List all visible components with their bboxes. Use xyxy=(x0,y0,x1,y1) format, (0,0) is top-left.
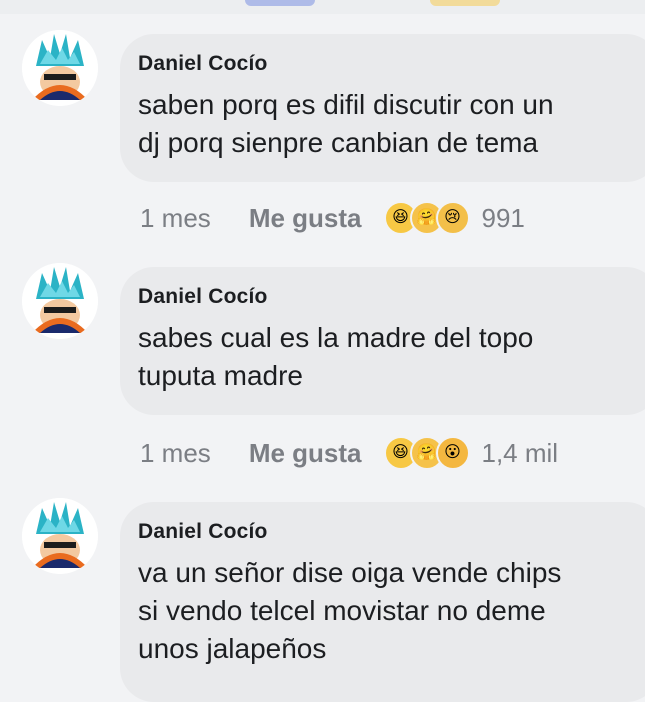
avatar[interactable] xyxy=(22,30,98,106)
avatar[interactable] xyxy=(22,498,98,574)
comment-bubble: Daniel Cocío va un señor dise oiga vende… xyxy=(120,502,645,702)
comment-author[interactable]: Daniel Cocío xyxy=(138,285,268,309)
comment-text: va un señor dise oiga vende chips si ven… xyxy=(138,554,645,668)
comment-text-line: saben porq es difil discutir con un xyxy=(138,89,554,120)
avatar-goku-icon xyxy=(22,498,98,574)
like-button[interactable]: Me gusta xyxy=(249,203,362,234)
comment-text-line: dj porq sienpre canbian de tema xyxy=(138,127,539,158)
comment-item: Daniel Cocío saben porq es difil discuti… xyxy=(0,22,645,262)
comment-text: sabes cual es la madre del topo tuputa m… xyxy=(138,319,645,395)
comment-text-line: tuputa madre xyxy=(138,360,303,391)
comment-meta: 1 mes Me gusta 😆 🤗 😮 1,4 mil xyxy=(140,435,558,471)
comment-item: Daniel Cocío va un señor dise oiga vende… xyxy=(0,490,645,702)
reaction-icons[interactable]: 😆 🤗 😢 xyxy=(383,201,470,235)
sad-reaction-icon: 😢 xyxy=(435,201,470,235)
avatar[interactable] xyxy=(22,263,98,339)
wow-reaction-icon: 😮 xyxy=(435,436,470,470)
comment-bubble: Daniel Cocío saben porq es difil discuti… xyxy=(120,34,645,182)
comment-time[interactable]: 1 mes xyxy=(140,203,211,234)
comment-item: Daniel Cocío sabes cual es la madre del … xyxy=(0,255,645,475)
comment-text-line: si vendo telcel movistar no deme xyxy=(138,595,546,626)
comment-author[interactable]: Daniel Cocío xyxy=(138,520,268,544)
avatar-goku-icon xyxy=(22,263,98,339)
comment-text: saben porq es difil discutir con un dj p… xyxy=(138,86,645,162)
comment-text-line: va un señor dise oiga vende chips xyxy=(138,557,562,588)
previous-comment-remnant xyxy=(0,0,645,14)
reaction-count[interactable]: 991 xyxy=(482,203,525,234)
reaction-icons[interactable]: 😆 🤗 😮 xyxy=(383,436,470,470)
comment-text-line: unos jalapeños xyxy=(138,633,327,664)
reaction-count[interactable]: 1,4 mil xyxy=(482,438,559,469)
comment-author[interactable]: Daniel Cocío xyxy=(138,52,268,76)
avatar-goku-icon xyxy=(22,30,98,106)
like-button[interactable]: Me gusta xyxy=(249,438,362,469)
comment-meta: 1 mes Me gusta 😆 🤗 😢 991 xyxy=(140,200,525,236)
comment-time[interactable]: 1 mes xyxy=(140,438,211,469)
comment-text-line: sabes cual es la madre del topo xyxy=(138,322,534,353)
comment-bubble: Daniel Cocío sabes cual es la madre del … xyxy=(120,267,645,415)
